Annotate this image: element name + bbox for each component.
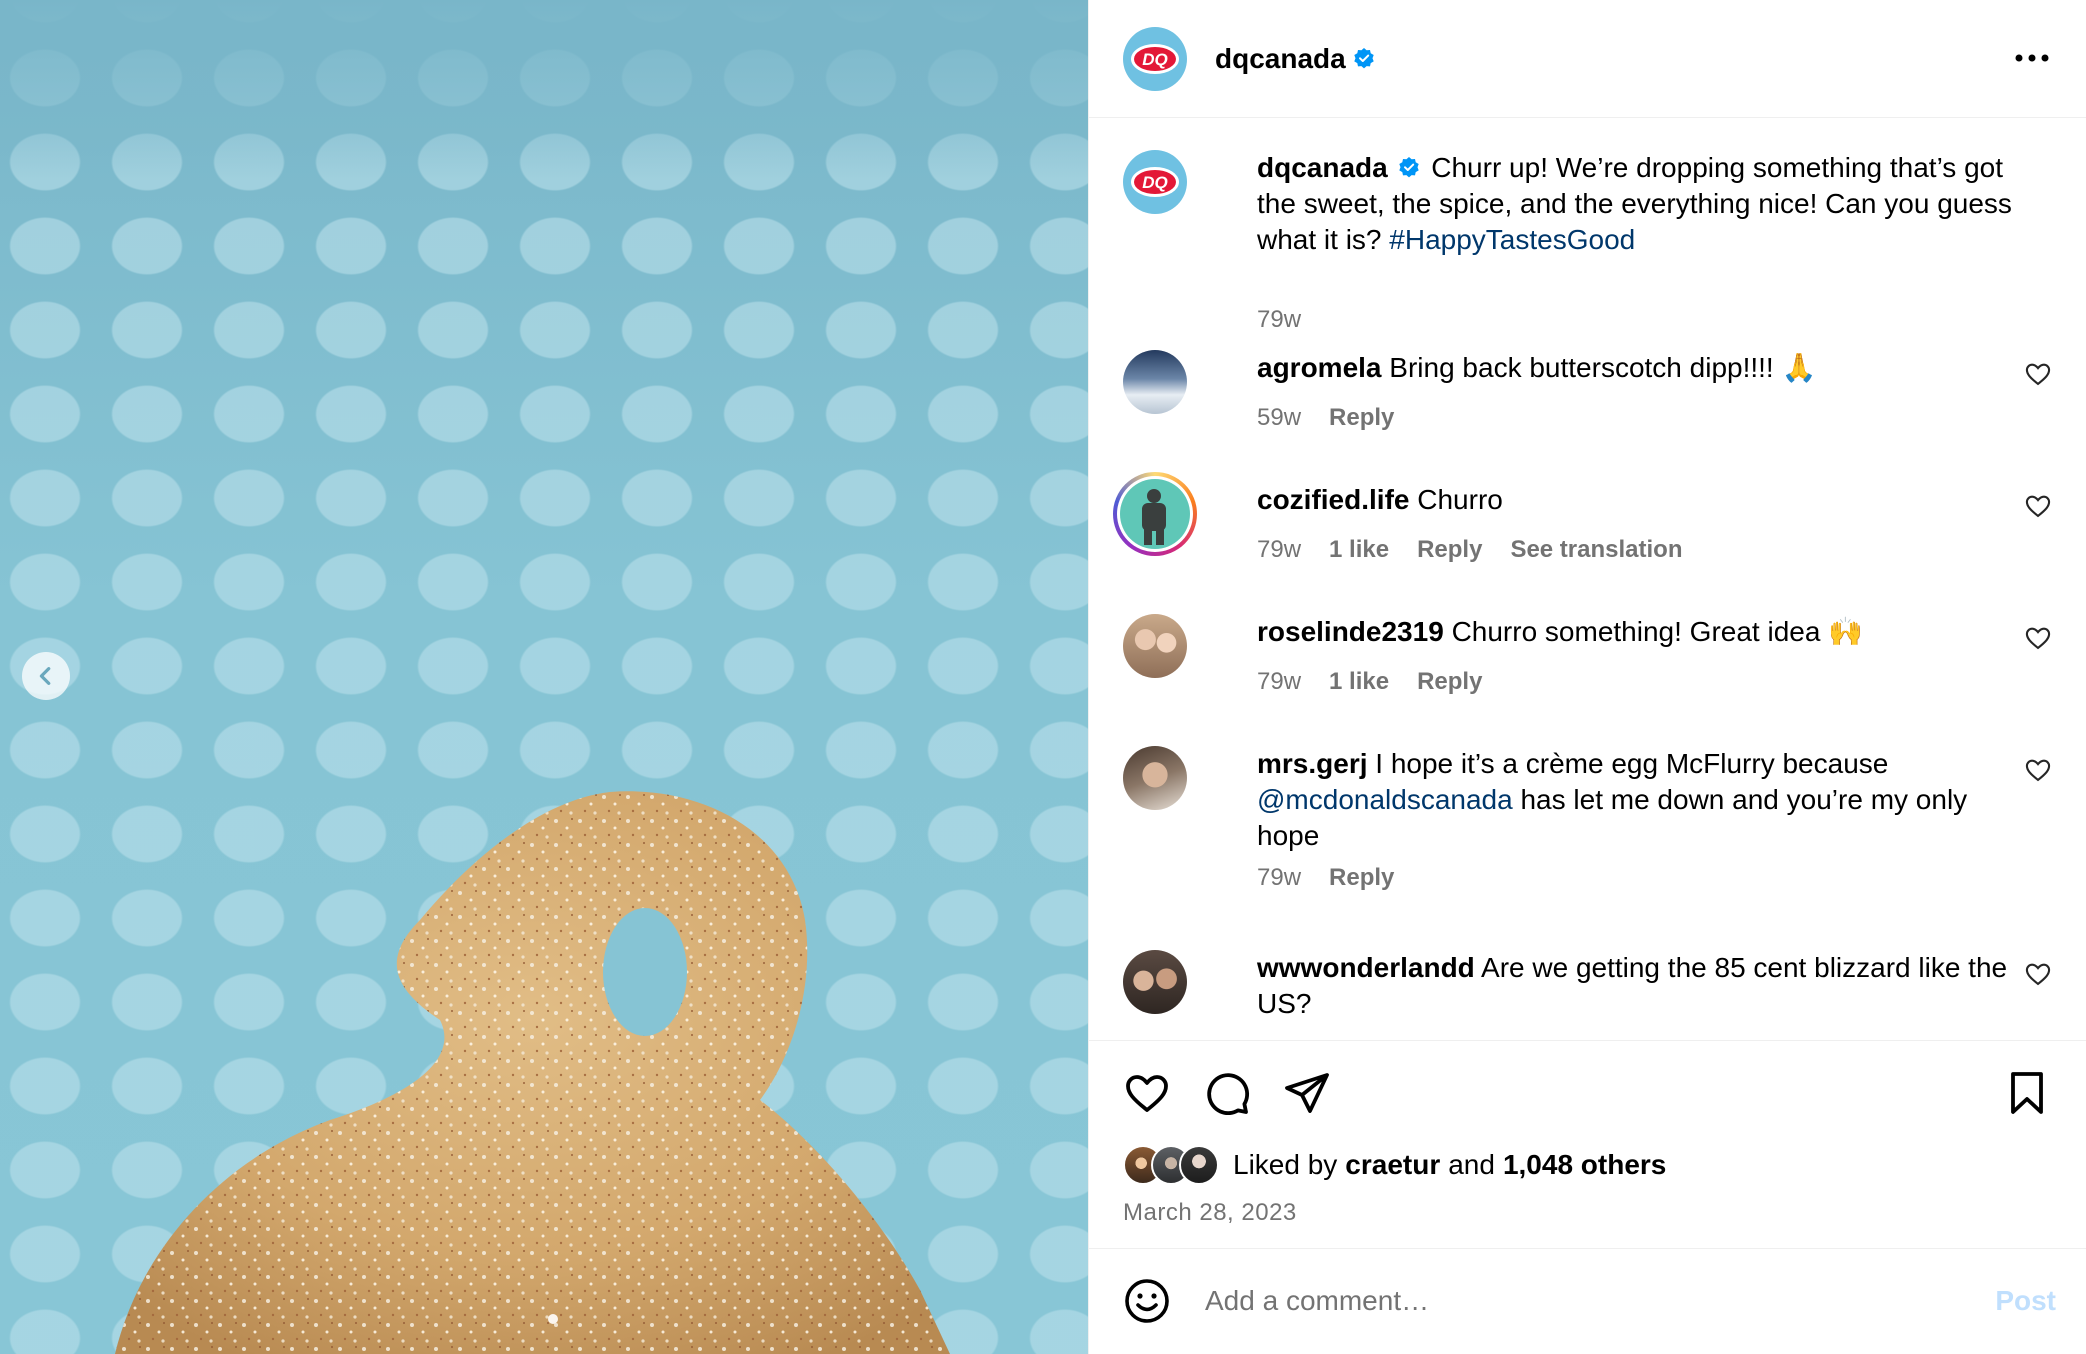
- comment-body: Bring back butterscotch dipp!!!! 🙏: [1389, 352, 1817, 383]
- comment-age: 79w: [1257, 864, 1302, 891]
- see-translation-button[interactable]: See translation: [1510, 536, 1682, 564]
- likes-and: and: [1448, 1149, 1495, 1180]
- caption-text: dqcanada Churr up! We’re dropping someth…: [1257, 150, 2037, 258]
- comment-text: roselinde2319 Churro something! Great id…: [1257, 614, 2037, 650]
- comment-age: 79w: [1257, 668, 1302, 695]
- caption-hashtag[interactable]: #HappyTastesGood: [1389, 224, 1635, 255]
- comment-body: Churro: [1417, 484, 1503, 515]
- svg-text:DQ: DQ: [1142, 173, 1168, 192]
- liker-avatar: [1179, 1145, 1219, 1185]
- reply-button[interactable]: Reply: [1417, 536, 1482, 564]
- commenter-avatar[interactable]: [1123, 746, 1187, 810]
- caption-username[interactable]: dqcanada: [1257, 152, 1388, 183]
- reply-button[interactable]: Reply: [1417, 668, 1482, 696]
- comment-meta: 79w Reply: [1257, 864, 1394, 892]
- more-options-button[interactable]: [2012, 38, 2052, 78]
- like-comment-heart-icon[interactable]: [2024, 756, 2052, 784]
- like-comment-heart-icon[interactable]: [2024, 624, 2052, 652]
- comment-username[interactable]: roselinde2319: [1257, 616, 1444, 647]
- comment-text: cozified.life Churro: [1257, 482, 2037, 518]
- likes-prefix: Liked by: [1233, 1149, 1338, 1180]
- dq-logo-icon: DQ: [1131, 43, 1179, 74]
- post-header: DQ dqcanada: [1089, 0, 2086, 118]
- verified-badge-icon: [1354, 47, 1374, 68]
- chevron-left-icon: [39, 667, 51, 685]
- verified-badge-icon: [1399, 157, 1420, 178]
- like-comment-heart-icon[interactable]: [2024, 960, 2052, 988]
- comment-username[interactable]: cozified.life: [1257, 484, 1409, 515]
- comment-age: 59w: [1257, 404, 1302, 431]
- author-avatar[interactable]: DQ: [1123, 26, 1187, 91]
- reply-button[interactable]: Reply: [1329, 864, 1394, 892]
- likes-others-count[interactable]: 1,048 others: [1503, 1149, 1666, 1181]
- caption-age: 79w: [1257, 306, 1302, 333]
- add-comment-input[interactable]: [1205, 1279, 1965, 1323]
- comment-mention[interactable]: @mcdonaldscanada: [1257, 784, 1513, 815]
- dq-logo-icon: DQ: [1131, 167, 1179, 197]
- comment-meta: 59w Reply: [1257, 404, 1394, 432]
- comment-text: wwwonderlandd Are we getting the 85 cent…: [1257, 950, 2037, 1022]
- reply-button[interactable]: Reply: [1329, 404, 1394, 432]
- churro-pastry-image: [115, 791, 950, 1354]
- carousel-indicator: [548, 1314, 558, 1324]
- post-media: [0, 0, 1088, 1354]
- svg-text:DQ: DQ: [1142, 50, 1168, 69]
- like-comment-heart-icon[interactable]: [2024, 360, 2052, 388]
- commenter-avatar: [1120, 479, 1190, 549]
- like-comment-heart-icon[interactable]: [2024, 492, 2052, 520]
- like-heart-icon[interactable]: [1123, 1069, 1171, 1117]
- comment-username[interactable]: wwwonderlandd: [1257, 952, 1475, 983]
- commenter-avatar[interactable]: [1123, 350, 1187, 414]
- author-avatar[interactable]: DQ: [1123, 150, 1187, 214]
- author-username[interactable]: dqcanada: [1215, 43, 1346, 75]
- likes-summary[interactable]: Liked by craetur and 1,048 others: [1123, 1145, 1666, 1185]
- comment-text: agromela Bring back butterscotch dipp!!!…: [1257, 350, 2037, 386]
- post-comment-button[interactable]: Post: [1995, 1285, 2056, 1317]
- comment-meta: 79w 1 like Reply: [1257, 668, 1482, 696]
- comments-section[interactable]: DQ dqcanada Churr up! We’re dropping som…: [1089, 118, 2086, 1040]
- comment-age: 79w: [1257, 536, 1302, 563]
- post-actions: Liked by craetur and 1,048 others March …: [1089, 1040, 2086, 1248]
- commenter-avatar-story-ring[interactable]: [1113, 472, 1197, 556]
- more-horizontal-icon: [2015, 54, 2049, 62]
- liked-by-username[interactable]: craetur: [1345, 1149, 1440, 1181]
- post-date[interactable]: March 28, 2023: [1123, 1199, 1297, 1227]
- comment-username[interactable]: mrs.gerj: [1257, 748, 1368, 779]
- comment-like-count[interactable]: 1 like: [1329, 536, 1389, 564]
- comment-body: I hope it’s a crème egg McFlurry because: [1375, 748, 1889, 779]
- comment-body: Churro something! Great idea 🙌: [1451, 616, 1864, 647]
- comment-username[interactable]: agromela: [1257, 352, 1382, 383]
- post-details-panel: DQ dqcanada DQ dqcanada Churr up! We’re …: [1088, 0, 2086, 1354]
- comment-meta: 79w 1 like Reply See translation: [1257, 536, 1683, 564]
- emoji-smiley-icon[interactable]: [1123, 1277, 1171, 1325]
- caption-meta: 79w: [1257, 306, 1301, 334]
- share-paper-plane-icon[interactable]: [1283, 1069, 1331, 1117]
- comment-bubble-icon[interactable]: [1203, 1069, 1251, 1117]
- carousel-previous-button[interactable]: [22, 652, 70, 700]
- commenter-avatar[interactable]: [1123, 950, 1187, 1014]
- add-comment-bar: Post: [1089, 1248, 2086, 1354]
- save-bookmark-icon[interactable]: [2003, 1069, 2051, 1117]
- comment-text: mrs.gerj I hope it’s a crème egg McFlurr…: [1257, 746, 2037, 854]
- commenter-avatar[interactable]: [1123, 614, 1187, 678]
- comment-like-count[interactable]: 1 like: [1329, 668, 1389, 696]
